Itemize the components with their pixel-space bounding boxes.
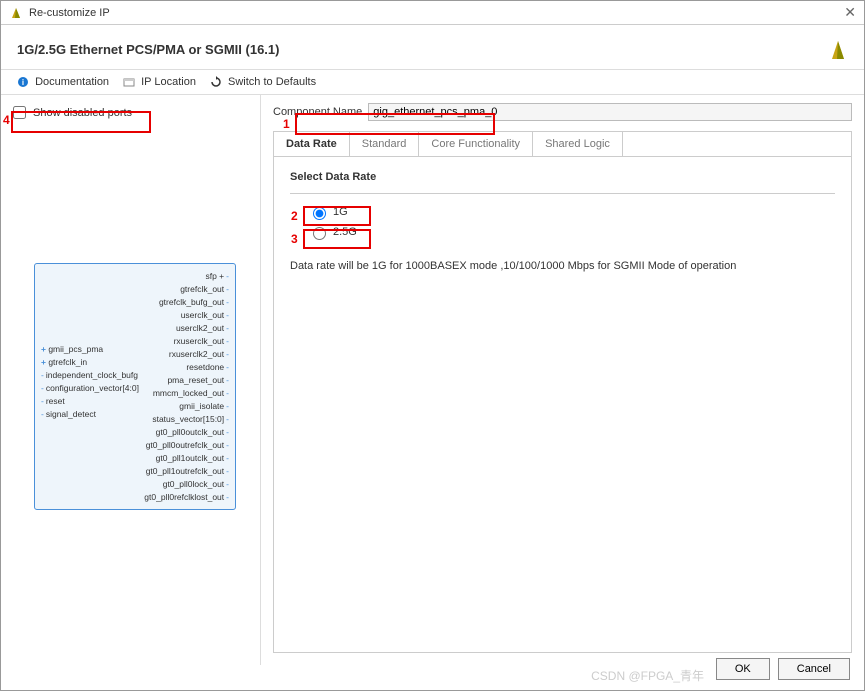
- rate-25g-radio[interactable]: [313, 227, 326, 240]
- port-gt0-pll0outrefclk-out: gt0_pll0outrefclk_out: [144, 439, 229, 451]
- port-reset: reset: [41, 395, 139, 407]
- ok-button[interactable]: OK: [716, 658, 770, 680]
- port-independent-clock-bufg: independent_clock_bufg: [41, 369, 139, 381]
- port-configuration-vector-4-0-: configuration_vector[4:0]: [41, 382, 139, 394]
- component-name-label: Component Name: [273, 106, 362, 118]
- tab-data-rate[interactable]: Data Rate: [274, 132, 350, 156]
- switch-defaults-link[interactable]: Switch to Defaults: [210, 76, 316, 88]
- port-gtrefclk-in: gtrefclk_in: [41, 356, 139, 368]
- vendor-logo: [828, 37, 848, 61]
- show-disabled-ports-label: Show disabled ports: [33, 107, 132, 119]
- port-rxuserclk-out: rxuserclk_out: [144, 335, 229, 347]
- page-title: 1G/2.5G Ethernet PCS/PMA or SGMII (16.1): [17, 42, 279, 57]
- documentation-link[interactable]: i Documentation: [17, 76, 109, 88]
- show-disabled-ports-checkbox[interactable]: [13, 106, 26, 119]
- ip-block-diagram[interactable]: gmii_pcs_pmagtrefclk_inindependent_clock…: [34, 263, 236, 510]
- port-gt0-pll0outclk-out: gt0_pll0outclk_out: [144, 426, 229, 438]
- port-gmii-isolate: gmii_isolate: [144, 400, 229, 412]
- window-title: Re-customize IP: [29, 7, 110, 19]
- port-gt0-pll0refclklost-out: gt0_pll0refclklost_out: [144, 491, 229, 503]
- svg-text:i: i: [22, 78, 24, 87]
- port-rxuserclk2-out: rxuserclk2_out: [144, 348, 229, 360]
- tab-shared-logic[interactable]: Shared Logic: [533, 132, 623, 156]
- component-name-input[interactable]: [368, 103, 852, 121]
- port-gt0-pll1outclk-out: gt0_pll1outclk_out: [144, 452, 229, 464]
- port-mmcm-locked-out: mmcm_locked_out: [144, 387, 229, 399]
- port-gt0-pll1outrefclk-out: gt0_pll1outrefclk_out: [144, 465, 229, 477]
- tab-core-functionality[interactable]: Core Functionality: [419, 132, 533, 156]
- cancel-button[interactable]: Cancel: [778, 658, 850, 680]
- port-pma-reset-out: pma_reset_out: [144, 374, 229, 386]
- port-status-vector-15-0-: status_vector[15:0]: [144, 413, 229, 425]
- rate-25g-label: 2.5G: [333, 226, 357, 238]
- port-gt0-pll0lock-out: gt0_pll0lock_out: [144, 478, 229, 490]
- port-gmii-pcs-pma: gmii_pcs_pma: [41, 343, 139, 355]
- close-icon[interactable]: ✕: [844, 4, 856, 21]
- rate-1g-label: 1G: [333, 206, 348, 218]
- select-data-rate-label: Select Data Rate: [290, 171, 835, 183]
- watermark: CSDN @FPGA_青年: [591, 667, 704, 684]
- ip-location-link[interactable]: IP Location: [123, 76, 196, 88]
- port-userclk2-out: userclk2_out: [144, 322, 229, 334]
- port-gtrefclk-bufg-out: gtrefclk_bufg_out: [144, 296, 229, 308]
- port-signal-detect: signal_detect: [41, 408, 139, 420]
- port-userclk-out: userclk_out: [144, 309, 229, 321]
- port-resetdone: resetdone: [144, 361, 229, 373]
- data-rate-hint: Data rate will be 1G for 1000BASEX mode …: [290, 260, 835, 272]
- rate-1g-radio[interactable]: [313, 207, 326, 220]
- app-icon: [9, 6, 23, 20]
- port-sfp: sfp +: [144, 270, 229, 282]
- port-gtrefclk-out: gtrefclk_out: [144, 283, 229, 295]
- tab-standard[interactable]: Standard: [350, 132, 420, 156]
